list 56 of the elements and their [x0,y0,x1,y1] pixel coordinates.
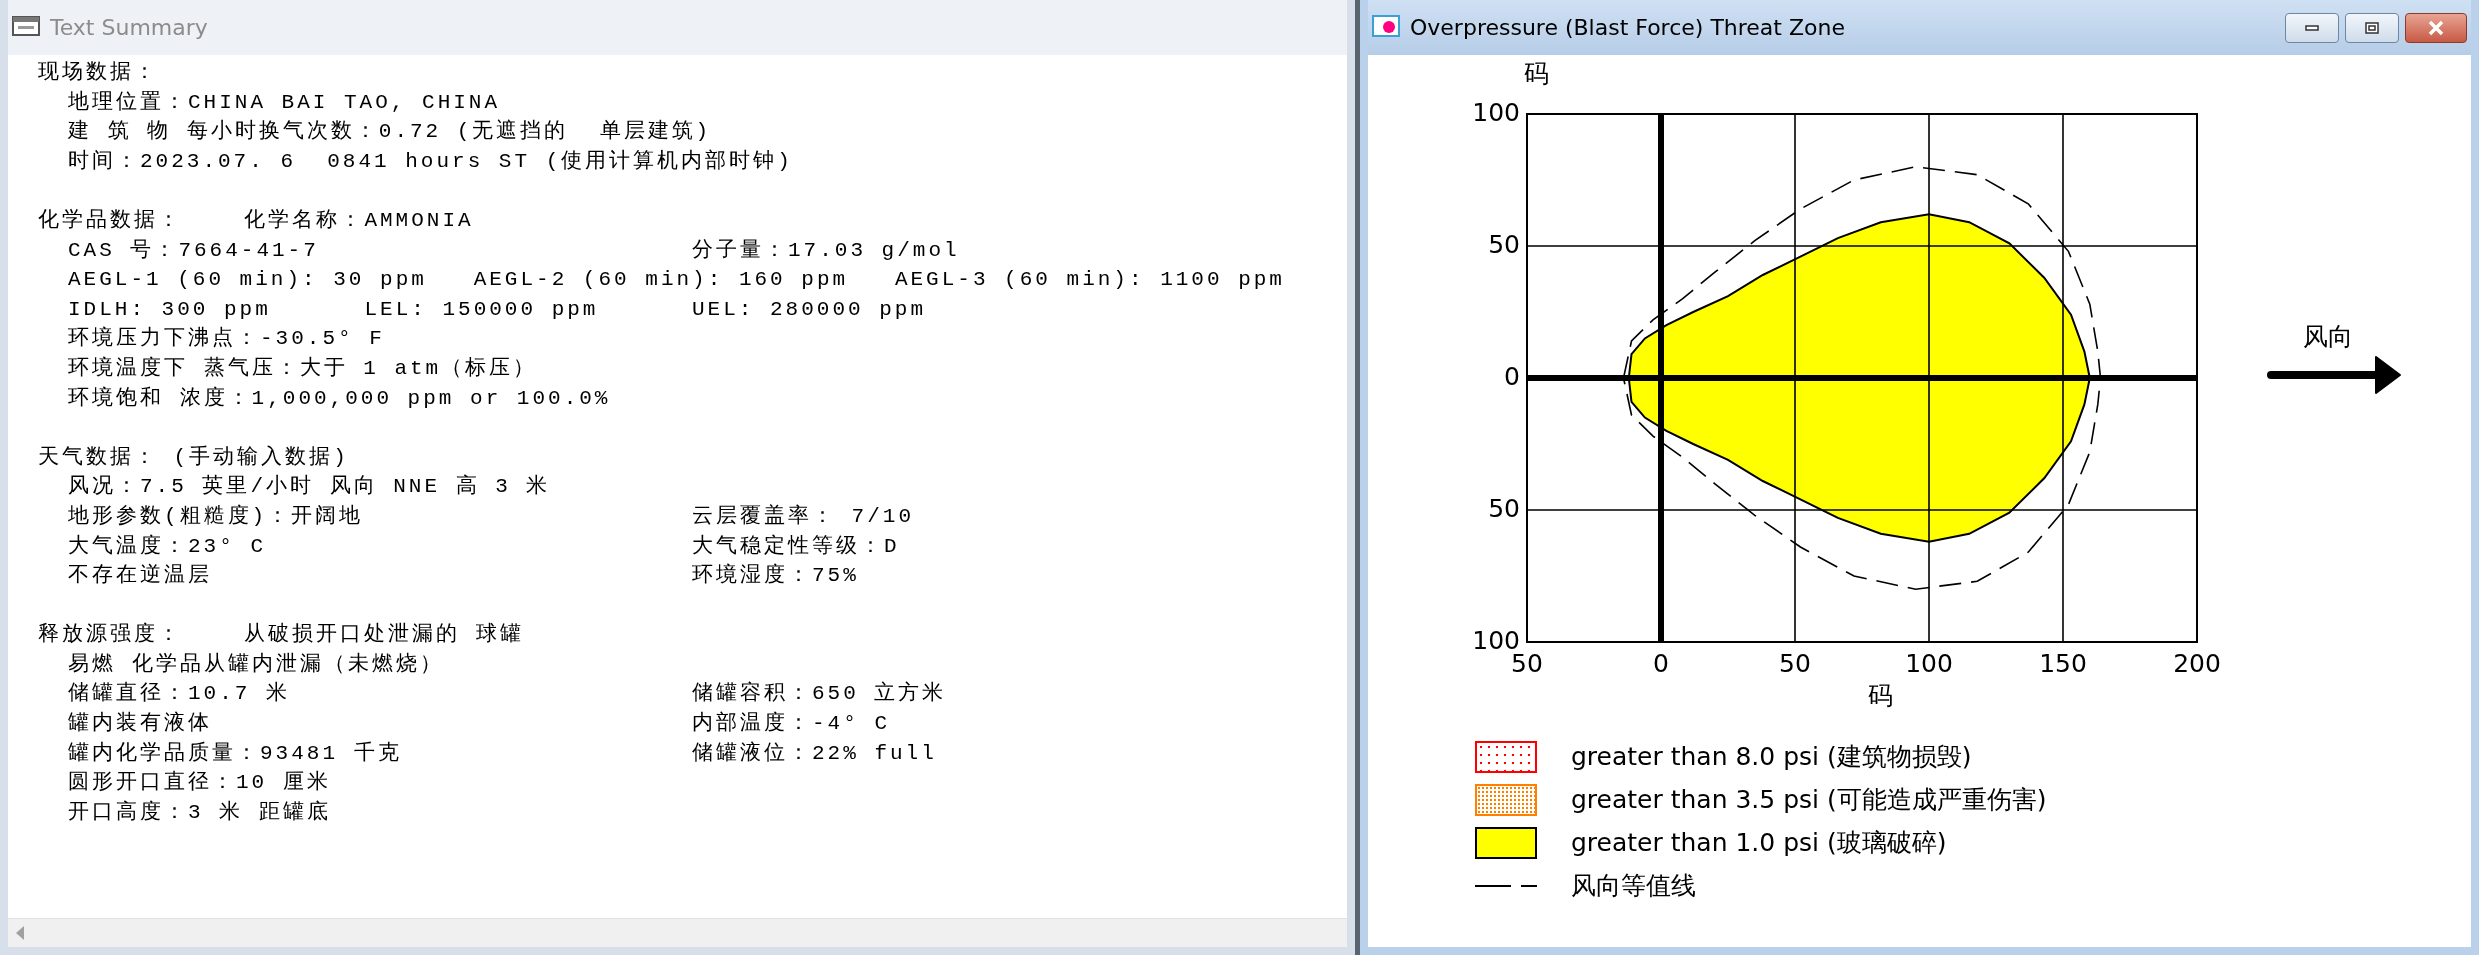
summary-line: AEGL-1 (60 min): 30 ppm AEGL-2 (60 min): 160 ppm AEGL-3 (60 min): 1100 ppm [68,267,1286,294]
horizontal-scrollbar[interactable] [8,918,1347,947]
summary-line: UEL: 280000 ppm [692,296,928,323]
summary-line: 地理位置：CHINA BAI TAO, CHINA [68,89,502,116]
axis-tick-label: 0 [1504,362,1520,391]
wind-label: 风向 [2303,322,2353,351]
summary-line: 地形参数(粗糙度)：开阔地 [68,503,365,530]
minimize-button[interactable] [2285,12,2339,43]
axis-tick-label: 50 [1488,230,1520,259]
summary-line: 内部温度：-4° C [692,710,891,738]
axis-label: 码 [1523,59,1549,88]
summary-line: 环境压力下沸点：-30.5° F [68,325,386,353]
window-title: Text Summary [50,15,209,40]
summary-line: 大气稳定性等级：D [692,533,901,560]
section-heading: 天气数据： (手动输入数据) [38,444,350,471]
summary-line: 建 筑 物 每小时换气次数：0.72 (无遮挡的 单层建筑) [68,118,713,146]
legend-label: 风向等值线 [1571,870,1697,902]
legend-label: greater than 8.0 psi (建筑物损毁) [1571,741,1973,773]
summary-line: IDLH: 300 ppm LEL: 150000 ppm [68,296,600,323]
summary-line: 罐内装有液体 [68,710,213,738]
summary-line: 时间：2023.07. 6 0841 hours ST (使用计算机内部时钟) [68,148,794,175]
chart-window-icon [1372,14,1400,37]
summary-line: 云层覆盖率： 7/10 [692,503,915,530]
axis-tick-label: 150 [2039,649,2087,678]
section-heading: 现场数据： [38,60,159,86]
summary-line: 储罐直径：10.7 米 [68,680,291,708]
summary-line: 风况：7.5 英里/小时 风向 NNE 高 3 米 [68,473,552,501]
close-button[interactable] [2405,12,2467,43]
restore-button[interactable] [2345,12,2399,43]
summary-line: 开口高度：3 米 距罐底 [68,799,332,826]
axis-label: 码 [1867,681,1893,710]
axis-tick-label: 50 [1779,649,1811,678]
summary-line: 圆形开口直径：10 厘米 [68,769,332,797]
summary-line: 不存在逆温层 [68,562,213,590]
summary-line: 分子量：17.03 g/mol [692,237,961,264]
axis-tick-label: 100 [1905,649,1953,678]
section-heading: 化学品数据： 化学名称：AMMONIA [38,207,475,234]
axis-tick-label: 0 [1653,649,1669,678]
section-heading: 释放源强度： 从破损开口处泄漏的 球罐 [38,621,525,649]
summary-line: CAS 号：7664-41-7 [68,237,320,264]
axis-tick-label: 100 [1472,98,1520,127]
summary-line: 储罐容积：650 立方米 [692,680,948,708]
legend-label: greater than 1.0 psi (玻璃破碎) [1571,827,1948,859]
summary-line: 储罐液位：22% full [692,740,938,767]
summary-line: 易燃 化学品从罐内泄漏（未燃烧） [68,651,445,678]
summary-line: 环境湿度：75% [692,562,860,590]
summary-line: 环境饱和 浓度：1,000,000 ppm or 100.0% [68,385,612,412]
summary-line: 罐内化学品质量：93481 千克 [68,740,403,767]
summary-line: 大气温度：23° C [68,533,267,560]
window-icon [12,14,40,37]
axis-tick-label: 200 [2173,649,2221,678]
legend-label: greater than 3.5 psi (可能造成严重伤害) [1571,784,2048,816]
window-title: Overpressure (Blast Force) Threat Zone [1410,15,1846,40]
axis-tick-label: 50 [1488,494,1520,523]
minimize-icon [2305,24,2319,31]
summary-line: 环境温度下 蒸气压：大于 1 atm（标压） [68,355,539,382]
